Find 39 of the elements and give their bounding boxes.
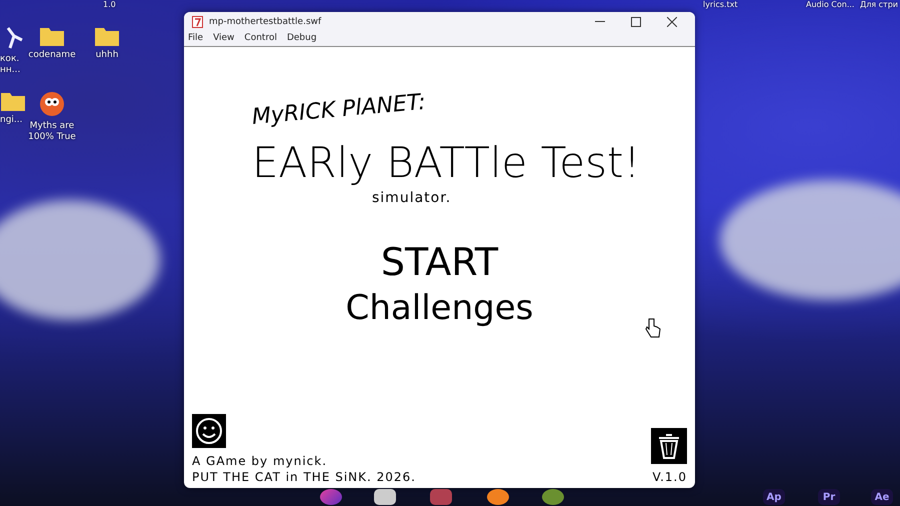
desktop-icon-label[interactable]: codename — [28, 50, 76, 61]
credits-text: PUT THE CAT in THE SiNK. 2026. — [192, 470, 416, 484]
folder-icon — [94, 25, 120, 47]
maximize-icon — [631, 17, 641, 27]
close-icon — [667, 17, 677, 27]
taskbar-app-icon[interactable] — [487, 489, 509, 505]
menu-option[interactable]: Challenges — [346, 288, 534, 328]
desktop-icon-label[interactable]: Для стри — [860, 0, 898, 10]
taskbar-app-button[interactable]: Pr — [818, 489, 840, 505]
taskbar-app-icon[interactable] — [542, 489, 564, 505]
minimize-icon — [595, 21, 605, 23]
desktop-icon-label[interactable]: Audio Con... — [806, 0, 854, 10]
credits-text: A GAme by mynick. — [192, 454, 328, 468]
folder-icon — [0, 90, 26, 112]
menu-item[interactable]: Debug — [286, 33, 317, 43]
cartoon-character-icon — [38, 90, 66, 118]
desktop-icon-label[interactable]: lyrics.txt — [703, 0, 738, 10]
menu-item[interactable]: Control — [244, 33, 277, 43]
menu-item[interactable]: File — [188, 33, 204, 43]
hand-cursor-icon — [645, 318, 661, 338]
window-title: mp-mothertestbattle.swf — [209, 17, 322, 27]
desktop-icon-label[interactable]: 1.0 — [103, 0, 116, 10]
game-tagline: simulator. — [372, 190, 452, 206]
game-title: EARly BATTle Test! — [252, 137, 640, 189]
game-subtitle: MyRICK PlANET: — [250, 90, 427, 130]
version-text: V.1.0 — [652, 470, 687, 484]
taskbar-app-icon[interactable] — [374, 489, 396, 505]
menu-option[interactable]: START — [380, 240, 498, 284]
taskbar-app-button[interactable]: Ap — [763, 489, 785, 505]
desktop-icon-label[interactable]: кок. нн... — [0, 54, 20, 76]
desktop-icon-label[interactable]: uhhh — [96, 50, 118, 61]
folder-icon — [39, 25, 65, 47]
menu-item[interactable]: View — [213, 33, 234, 43]
desktop-icon-label[interactable]: ngi... — [0, 115, 22, 126]
trash-icon[interactable] — [651, 428, 687, 464]
smiley-icon[interactable] — [192, 414, 226, 448]
desktop-icon-label[interactable]: Myths are 100% True — [28, 121, 76, 143]
taskbar-app-button[interactable]: Ae — [871, 489, 893, 505]
document-icon — [192, 16, 203, 28]
